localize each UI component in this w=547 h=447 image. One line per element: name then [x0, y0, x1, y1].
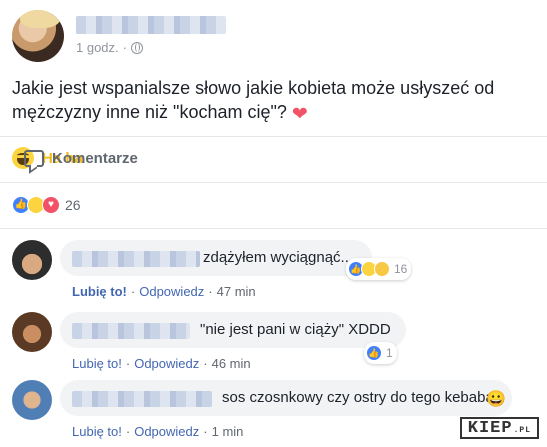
- comment-time[interactable]: 1 min: [212, 424, 244, 439]
- reaction-count: 26: [65, 197, 81, 213]
- watermark-suffix: .PL: [513, 426, 531, 435]
- kiep-watermark: KIEP .PL: [459, 417, 539, 439]
- sad-reaction-icon: [374, 261, 390, 277]
- post-time[interactable]: 1 godz.: [76, 40, 119, 55]
- like-link[interactable]: Lubię to!: [72, 424, 122, 439]
- comment-bubble: zdążyłem wyciągnąć...: [60, 240, 372, 276]
- comment-reactions[interactable]: 👍 1: [364, 342, 397, 364]
- comment-text: "nie jest pani w ciąży" XDDD: [200, 321, 391, 338]
- like-link[interactable]: Lubię to!: [72, 356, 122, 371]
- comment-bubble: sos czosnkowy czy ostry do tego kebaba? …: [60, 380, 512, 416]
- comment-bubble: "nie jest pani w ciąży" XDDD: [60, 312, 406, 348]
- like-link[interactable]: Lubię to!: [72, 284, 127, 299]
- watermark-main: KIEP: [467, 418, 513, 438]
- commenter-name-blurred[interactable]: [72, 323, 190, 339]
- commenter-avatar[interactable]: [12, 312, 52, 352]
- post-meta: 1 godz. ·: [76, 40, 143, 55]
- post-text: Jakie jest wspanialsze słowo jakie kobie…: [12, 76, 532, 127]
- commenter-name-blurred[interactable]: [72, 391, 212, 407]
- love-reaction-icon: ♥: [42, 196, 60, 214]
- post-body: Jakie jest wspanialsze słowo jakie kobie…: [12, 78, 495, 122]
- meta-separator: ·: [122, 40, 127, 55]
- reactions-summary[interactable]: 👍 ♥ 26: [12, 196, 81, 214]
- comment-text: zdążyłem wyciągnąć...: [203, 249, 354, 266]
- comment-actions: Lubię to! · Odpowiedz · 46 min: [72, 356, 251, 371]
- comment-actions: Lubię to! · Odpowiedz · 1 min: [72, 424, 244, 439]
- heart-emoji: ❤: [291, 104, 308, 125]
- post-actions: Ha ha Komentarze: [12, 142, 138, 174]
- divider: [0, 228, 547, 229]
- globe-icon: [131, 41, 143, 54]
- comment-reactions[interactable]: 👍 16: [346, 258, 412, 280]
- reply-link[interactable]: Odpowiedz: [139, 284, 204, 299]
- comment-text: sos czosnkowy czy ostry do tego kebaba?: [222, 389, 503, 406]
- reply-link[interactable]: Odpowiedz: [134, 424, 199, 439]
- commenter-avatar[interactable]: [12, 240, 52, 280]
- grin-emoji: 😀: [486, 391, 506, 408]
- post-header: 1 godz. ·: [12, 10, 532, 66]
- comment: zdążyłem wyciągnąć... 👍 16 Lubię to! · O…: [12, 240, 542, 306]
- like-reaction-icon: 👍: [366, 345, 382, 361]
- comment-actions: Lubię to! · Odpowiedz · 47 min: [72, 284, 256, 299]
- comment-time[interactable]: 47 min: [217, 284, 256, 299]
- author-avatar[interactable]: [12, 10, 64, 62]
- comment-reaction-count: 1: [386, 346, 393, 360]
- comment: "nie jest pani w ciąży" XDDD 👍 1 Lubię t…: [12, 312, 542, 378]
- commenter-avatar[interactable]: [12, 380, 52, 420]
- commenter-name-blurred[interactable]: [72, 251, 200, 267]
- comment-icon: [24, 149, 44, 167]
- comment-label: Komentarze: [52, 149, 138, 167]
- author-name-blurred[interactable]: [76, 16, 226, 34]
- reply-link[interactable]: Odpowiedz: [134, 356, 199, 371]
- comment-time[interactable]: 46 min: [212, 356, 251, 371]
- comment-reaction-count: 16: [394, 262, 408, 276]
- divider: [0, 182, 547, 183]
